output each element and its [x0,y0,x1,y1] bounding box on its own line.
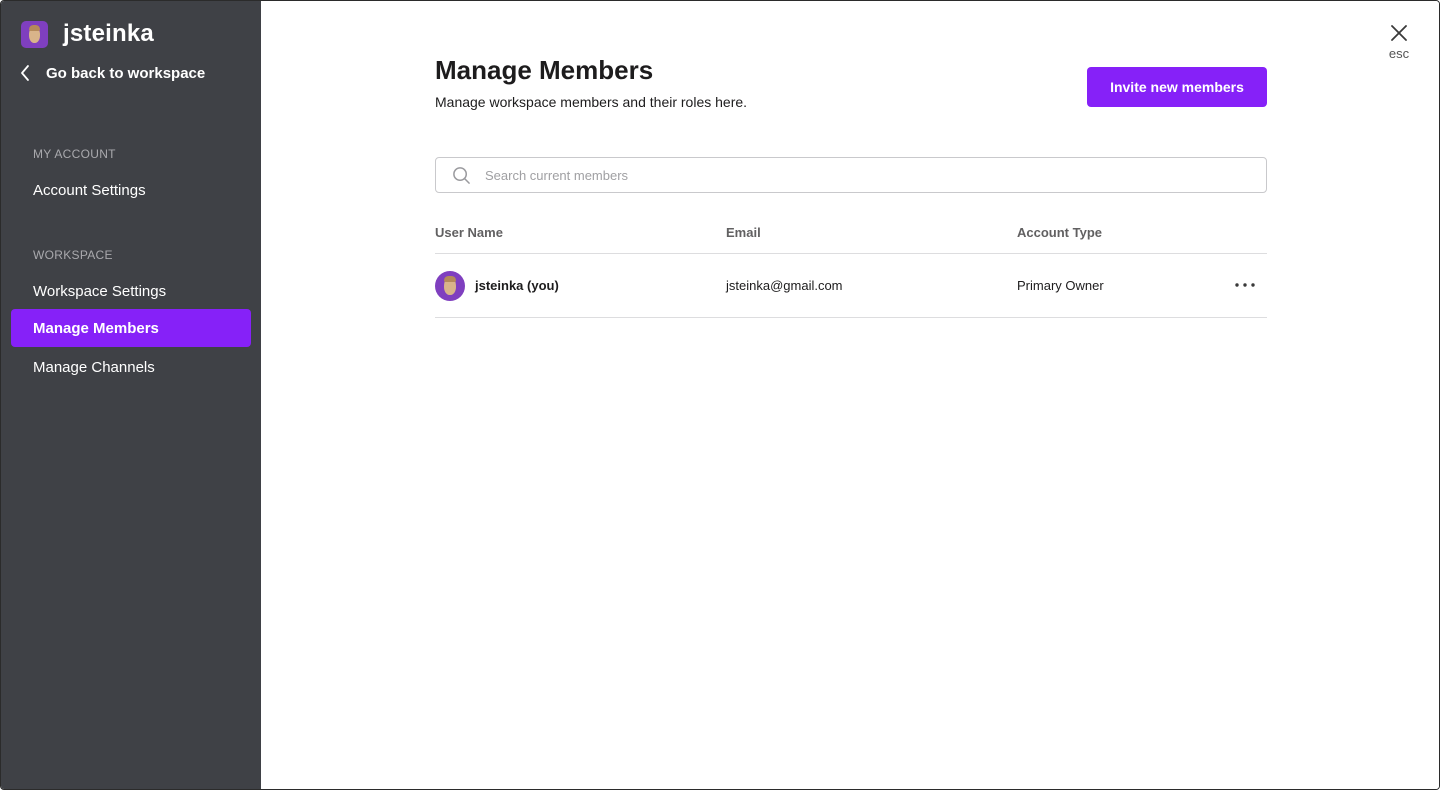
sidebar-item-label: Account Settings [33,181,146,199]
avatar [435,270,465,301]
more-horizontal-icon [1235,283,1255,287]
workspace-avatar [21,20,48,48]
user-cell: jsteinka (you) [435,254,559,317]
search-icon [453,166,470,184]
close-button[interactable]: esc [1383,23,1415,61]
search-input[interactable] [485,167,1245,183]
column-header-email: Email [726,225,761,240]
column-header-user-name: User Name [435,225,503,240]
workspace-name: jsteinka [63,20,154,47]
sidebar-item-manage-members[interactable]: Manage Members [11,309,251,347]
go-back-label: Go back to workspace [46,64,206,82]
sidebar-item-label: Workspace Settings [33,282,167,300]
sidebar-item-label: Manage Members [33,319,159,337]
close-hint: esc [1388,46,1410,61]
workspace-header: jsteinka [21,20,154,48]
user-name: jsteinka (you) [475,278,559,293]
section-title-workspace: WORKSPACE [33,248,113,262]
settings-window: jsteinka Go back to workspace MY ACCOUNT… [0,0,1440,790]
members-table-header: User Name Email Account Type [435,225,1267,254]
chevron-left-icon [21,65,29,81]
email-cell: jsteinka@gmail.com [726,278,843,293]
go-back-link[interactable]: Go back to workspace [19,63,205,83]
sidebar-item-account-settings[interactable]: Account Settings [11,171,251,209]
table-row: jsteinka (you) jsteinka@gmail.com Primar… [435,254,1267,318]
page-subtitle: Manage workspace members and their roles… [435,94,748,110]
page-title: Manage Members [435,55,654,85]
invite-members-button[interactable]: Invite new members [1087,67,1267,107]
close-icon [1391,25,1407,41]
sidebar-item-label: Manage Channels [33,358,155,376]
account-type-cell: Primary Owner [1017,278,1104,293]
search-field[interactable] [435,157,1267,193]
main-panel: Manage Members Manage workspace members … [261,1,1439,789]
sidebar-item-workspace-settings[interactable]: Workspace Settings [11,272,251,310]
sidebar-item-manage-channels[interactable]: Manage Channels [11,348,251,386]
sidebar: jsteinka Go back to workspace MY ACCOUNT… [1,1,261,789]
section-title-my-account: MY ACCOUNT [33,147,116,161]
column-header-account-type: Account Type [1017,225,1102,240]
row-actions-button[interactable] [1231,274,1259,296]
